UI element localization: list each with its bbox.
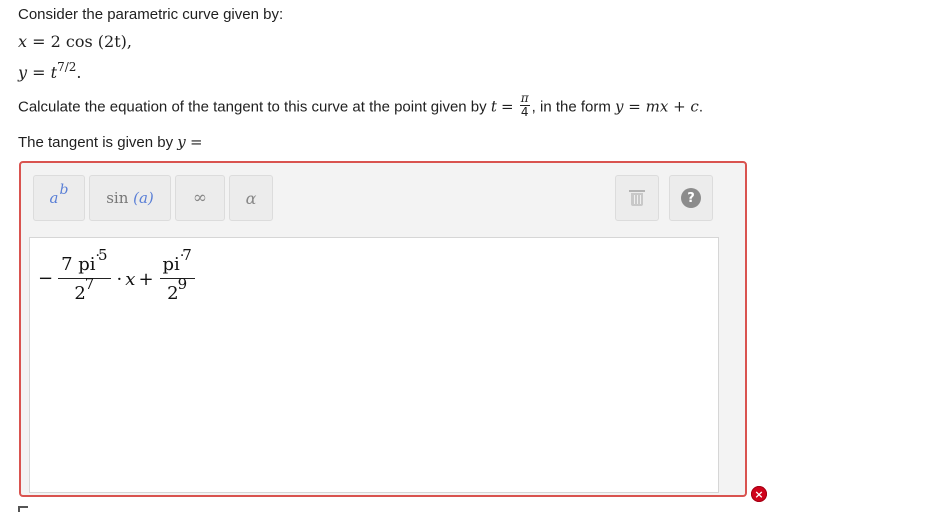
term1-denominator: 27 — [74, 275, 94, 304]
task-before: Calculate the equation of the tangent to… — [18, 98, 487, 116]
answer-prompt: The tangent is given by y = — [18, 133, 203, 151]
plus-sign: + — [138, 268, 154, 290]
task-statement: Calculate the equation of the tangent to… — [18, 91, 703, 121]
alpha-button[interactable]: α — [229, 175, 273, 221]
term2-den-exp: 9 — [177, 275, 188, 293]
y-eq: = — [32, 63, 46, 82]
power-exponent: b — [59, 182, 69, 198]
answer-y: y — [177, 133, 186, 151]
x-eq: = — [32, 32, 46, 51]
answer-input[interactable]: − 7 pi·5 27 · x + pi·7 29 — [29, 237, 719, 493]
term2-exp: 7 — [182, 246, 192, 264]
task-eq: = — [501, 97, 514, 116]
task-end: . — [698, 98, 703, 116]
clear-button[interactable] — [615, 175, 659, 221]
power-button[interactable]: ab — [33, 175, 85, 221]
math-editor: ab sin (a) ∞ α ? − 7 pi · 5 27 · x + pi·7 … — [19, 161, 767, 502]
term1-coef: 7 pi — [61, 254, 96, 275]
power-base: a — [49, 189, 59, 207]
term2-denominator: 29 — [167, 275, 187, 304]
frac-numerator: π — [519, 91, 530, 106]
task-after: , in the form — [531, 98, 611, 116]
infinity-glyph: ∞ — [192, 188, 208, 208]
task-form: y = mx + c — [615, 97, 699, 116]
answer-eq: = — [189, 133, 203, 151]
term1-den-exp: 7 — [84, 275, 95, 293]
x-variable: x — [125, 268, 136, 290]
help-icon: ? — [681, 188, 701, 208]
alpha-glyph: α — [245, 188, 257, 208]
x-lhs: x — [18, 32, 28, 51]
question-intro: Consider the parametric curve given by: — [18, 6, 284, 23]
sin-arg: (a) — [133, 189, 154, 207]
equation-y: y = t7/2. — [18, 60, 81, 82]
error-x-icon: × — [751, 486, 767, 502]
infinity-button[interactable]: ∞ — [175, 175, 225, 221]
pi-over-4-fraction: π 4 — [519, 91, 530, 119]
term2-base: pi — [162, 254, 180, 275]
y-exponent: 7/2 — [57, 60, 77, 74]
term2-fraction: pi·7 29 — [159, 246, 195, 304]
minus-sign: − — [38, 267, 54, 289]
frac-denominator: 4 — [520, 105, 529, 119]
term1-exp: 5 — [98, 246, 108, 264]
editor-toolbar: ab sin (a) ∞ α ? — [29, 171, 737, 225]
sin-button[interactable]: sin (a) — [89, 175, 171, 221]
next-element-corner — [18, 506, 28, 512]
equation-x: x = 2 cos (2t), — [18, 32, 132, 51]
trash-icon — [629, 190, 645, 206]
y-end: . — [76, 63, 82, 82]
help-button[interactable]: ? — [669, 175, 713, 221]
sin-fn: sin — [106, 189, 129, 207]
term2-den-base: 2 — [167, 283, 179, 304]
times-dot: · — [116, 268, 123, 290]
answer-prompt-text: The tangent is given by — [18, 134, 174, 151]
answer-expression: − 7 pi·5 27 · x + pi·7 29 — [38, 246, 198, 304]
task-t: t — [490, 97, 497, 116]
x-rhs: 2 cos (2t), — [50, 32, 132, 51]
term1-fraction: 7 pi·5 27 — [58, 246, 111, 304]
y-lhs: y — [18, 63, 28, 82]
